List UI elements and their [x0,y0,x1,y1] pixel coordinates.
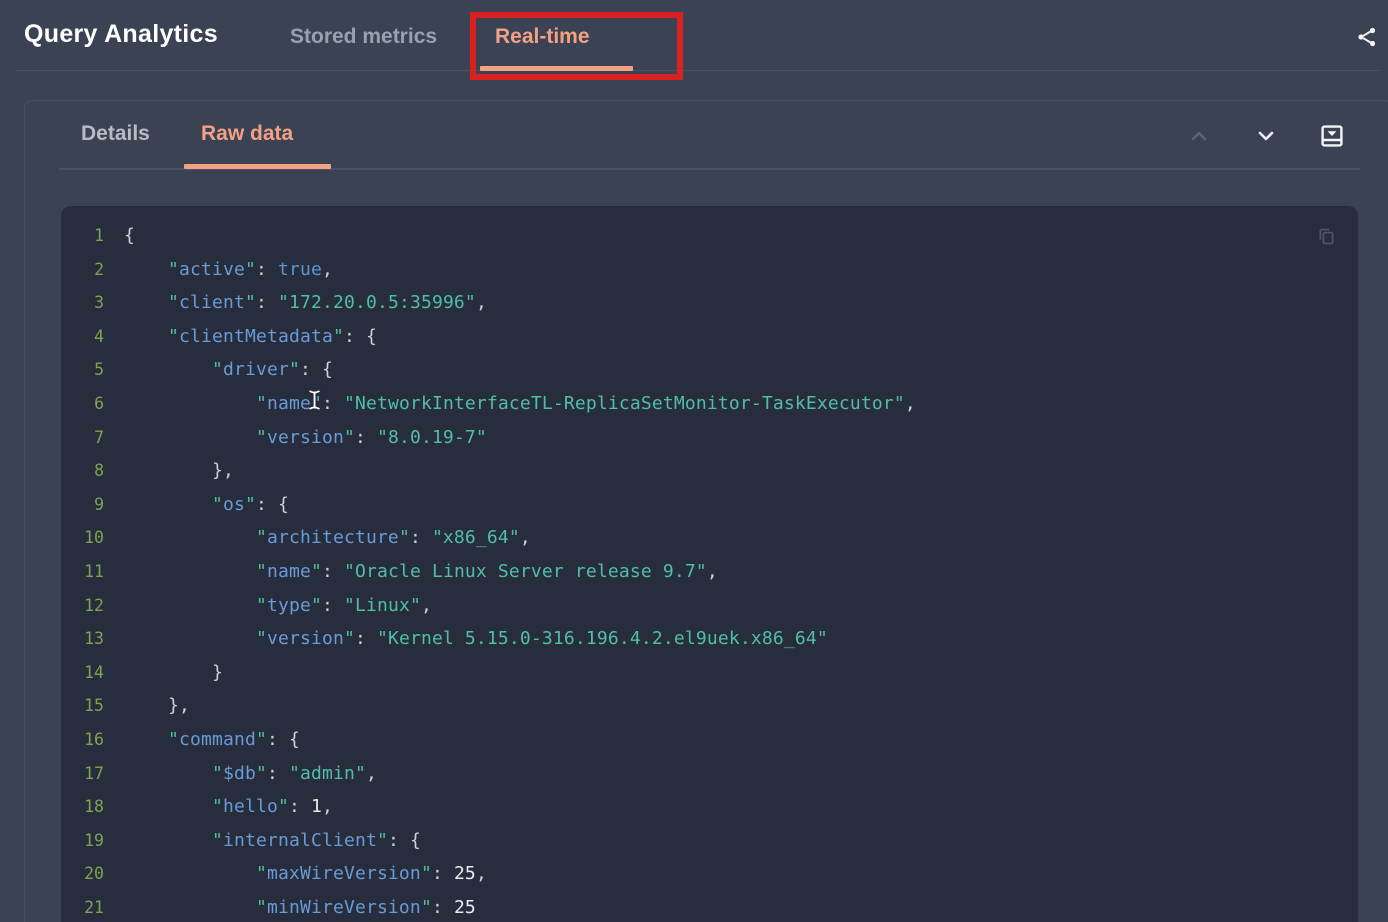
code-line: 13 "version": "Kernel 5.15.0-316.196.4.2… [61,622,1358,656]
code-line: 9 "os": { [61,488,1358,522]
line-number: 9 [61,488,104,522]
app-header: Query Analytics Stored metrics Real-time [0,0,1388,70]
code-lines: 1{2 "active": true,3 "client": "172.20.0… [61,206,1358,922]
copy-icon[interactable] [1316,226,1337,247]
line-number: 5 [61,353,104,387]
line-number: 18 [61,790,104,824]
line-content: } [104,656,223,690]
line-number: 19 [61,824,104,858]
code-line: 16 "command": { [61,723,1358,757]
code-line: 15 }, [61,689,1358,723]
line-number: 14 [61,656,104,690]
line-content: }, [104,454,234,488]
chevron-up-icon[interactable] [1187,124,1211,148]
tab-details[interactable]: Details [81,122,150,146]
tab-stored-metrics[interactable]: Stored metrics [290,25,437,49]
code-line: 4 "clientMetadata": { [61,320,1358,354]
code-line: 5 "driver": { [61,353,1358,387]
line-number: 4 [61,320,104,354]
line-content: "os": { [104,488,289,522]
tab-real-time-underline [480,66,633,71]
page: { "header": { "title": "Query Analytics"… [0,0,1388,922]
line-content: "maxWireVersion": 25, [104,857,487,891]
line-number: 6 [61,387,104,421]
line-content: }, [104,689,190,723]
line-number: 10 [61,521,104,555]
code-line: 7 "version": "8.0.19-7" [61,421,1358,455]
tab-raw-data-underline [184,164,331,169]
line-content: "name": "NetworkInterfaceTL-ReplicaSetMo… [104,387,916,421]
code-line: 11 "name": "Oracle Linux Server release … [61,555,1358,589]
line-number: 21 [61,891,104,922]
chevron-down-icon[interactable] [1254,124,1278,148]
line-content: "active": true, [104,253,333,287]
tab-raw-data[interactable]: Raw data [201,122,293,146]
code-line: 17 "$db": "admin", [61,757,1358,791]
line-number: 16 [61,723,104,757]
line-content: "client": "172.20.0.5:35996", [104,286,487,320]
line-number: 7 [61,421,104,455]
line-number: 12 [61,589,104,623]
line-number: 3 [61,286,104,320]
tab-real-time[interactable]: Real-time [495,25,590,49]
line-content: "name": "Oracle Linux Server release 9.7… [104,555,718,589]
line-content: "$db": "admin", [104,757,377,791]
page-title: Query Analytics [24,20,218,49]
line-content: "internalClient": { [104,824,421,858]
code-line: 21 "minWireVersion": 25 [61,891,1358,922]
code-line: 10 "architecture": "x86_64", [61,521,1358,555]
code-line: 18 "hello": 1, [61,790,1358,824]
code-viewer: 1{2 "active": true,3 "client": "172.20.0… [61,206,1358,922]
line-number: 15 [61,689,104,723]
line-content: "driver": { [104,353,333,387]
code-line: 19 "internalClient": { [61,824,1358,858]
code-line: 8 }, [61,454,1358,488]
share-icon[interactable] [1355,25,1379,49]
line-number: 8 [61,454,104,488]
line-content: "type": "Linux", [104,589,432,623]
line-content: { [104,219,135,253]
line-content: "minWireVersion": 25 [104,891,476,922]
header-divider [16,70,1380,71]
archive-icon[interactable] [1320,124,1344,148]
code-line: 6 "name": "NetworkInterfaceTL-ReplicaSet… [61,387,1358,421]
line-number: 17 [61,757,104,791]
line-number: 20 [61,857,104,891]
code-line: 12 "type": "Linux", [61,589,1358,623]
details-panel: Details Raw data 1{2 "active": true,3 "c… [24,100,1388,922]
code-line: 20 "maxWireVersion": 25, [61,857,1358,891]
line-content: "hello": 1, [104,790,333,824]
line-number: 1 [61,219,104,253]
code-line: 3 "client": "172.20.0.5:35996", [61,286,1358,320]
line-content: "architecture": "x86_64", [104,521,531,555]
line-content: "version": "Kernel 5.15.0-316.196.4.2.el… [104,622,828,656]
line-number: 11 [61,555,104,589]
code-line: 1{ [61,219,1358,253]
line-content: "command": { [104,723,300,757]
code-line: 2 "active": true, [61,253,1358,287]
line-number: 13 [61,622,104,656]
line-number: 2 [61,253,104,287]
code-line: 14 } [61,656,1358,690]
line-content: "clientMetadata": { [104,320,377,354]
line-content: "version": "8.0.19-7" [104,421,487,455]
